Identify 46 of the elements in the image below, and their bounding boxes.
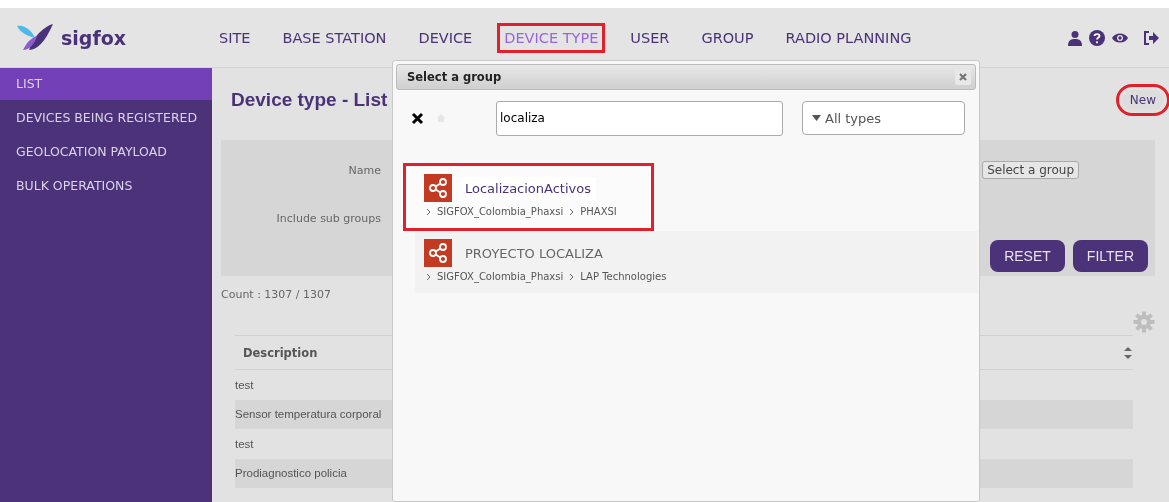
logout-icon[interactable] <box>1143 29 1159 46</box>
eye-icon[interactable] <box>1111 31 1129 44</box>
breadcrumb-text: PHAXSI <box>580 206 617 217</box>
name-label: Name <box>347 163 381 177</box>
breadcrumb-text: SIGFOX_Colombia_Phaxsi <box>437 206 564 217</box>
chevron-icon <box>569 207 575 216</box>
table-cell: test <box>235 437 254 450</box>
nav-link[interactable]: RADIO PLANNING <box>781 25 916 50</box>
table-cell: Prodiagnostico policia <box>235 467 347 480</box>
user-icon[interactable] <box>1067 29 1083 46</box>
filter-action-button[interactable]: RESET <box>990 240 1065 272</box>
dialog-title: Select a group <box>407 70 502 84</box>
search-field[interactable]: localiza <box>496 100 783 136</box>
filter-action-button[interactable]: FILTER <box>1072 240 1149 272</box>
select-group-button[interactable]: Select a group <box>982 161 1079 179</box>
column-header[interactable]: Description <box>243 345 318 360</box>
type-select[interactable]: All types <box>802 101 965 135</box>
close-icon <box>958 72 968 82</box>
sidebar-item[interactable]: DEVICES BEING REGISTERED <box>0 100 212 134</box>
close-button[interactable] <box>955 69 971 85</box>
chevron-icon <box>426 207 431 216</box>
sidebar-item[interactable]: GEOLOCATION PAYLOAD <box>0 134 212 168</box>
group-result[interactable]: PROYECTO LOCALIZA SIGFOX_Colombia_Phaxsi LAP Technologies <box>415 231 978 293</box>
help-icon[interactable] <box>1089 29 1105 46</box>
breadcrumb-text: SIGFOX_Colombia_Phaxsi <box>437 271 564 282</box>
table-cell: Sensor temperatura corporal <box>235 408 382 421</box>
brand-name: sigfox <box>61 26 126 49</box>
table-cell: test <box>235 378 254 391</box>
chevron-icon <box>426 272 431 281</box>
share-icon <box>424 239 452 267</box>
caret-icon <box>812 115 821 121</box>
subgroups-label: Include sub groups <box>275 211 381 225</box>
nav-link[interactable]: GROUP <box>697 25 758 50</box>
chevron-icon <box>569 272 575 281</box>
clear-icon[interactable] <box>411 111 424 125</box>
nav-link[interactable]: BASE STATION <box>278 25 391 50</box>
count-text: Count : 1307 / 1307 <box>221 288 333 301</box>
nav-link[interactable]: SITE <box>215 25 255 50</box>
page-title: Device type - List <box>231 89 388 111</box>
share-icon <box>424 174 452 202</box>
nav-link[interactable]: USER <box>626 25 674 50</box>
nav-link[interactable]: DEVICE <box>414 25 477 50</box>
sort-icon[interactable] <box>1123 345 1133 360</box>
sidebar-item[interactable]: LIST <box>0 68 212 100</box>
sidebar-item[interactable]: BULK OPERATIONS <box>0 168 212 202</box>
breadcrumb-text: LAP Technologies <box>580 271 667 282</box>
